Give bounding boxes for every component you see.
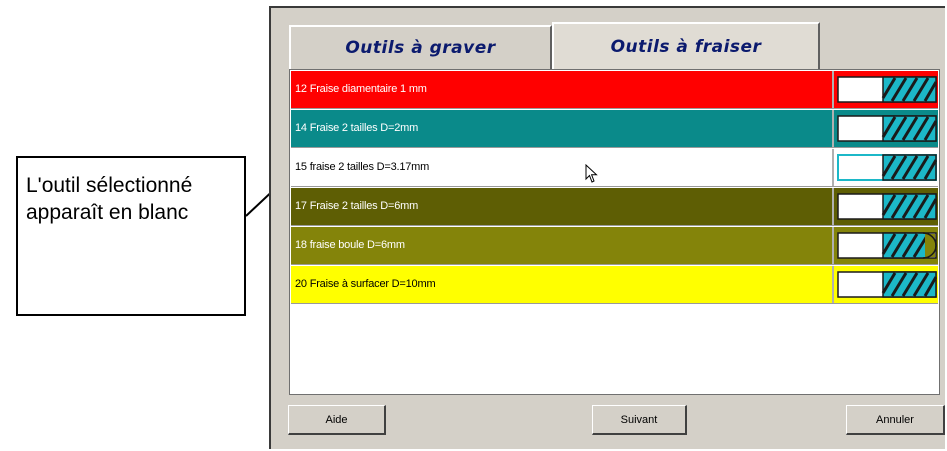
tool-selection-dialog: Outils à graver Outils à fraiser 12 Frai…	[269, 6, 945, 449]
tool-row[interactable]: 20 Fraise à surfacer D=10mm	[291, 266, 938, 304]
tool-label: 17 Fraise 2 tailles D=6mm	[295, 200, 419, 212]
flat-end-mill-icon	[837, 76, 937, 103]
help-button[interactable]: Aide	[288, 405, 386, 435]
tab-milling-tools[interactable]: Outils à fraiser	[552, 22, 820, 69]
tool-label: 20 Fraise à surfacer D=10mm	[295, 278, 436, 290]
tool-row[interactable]: 14 Fraise 2 tailles D=2mm	[291, 110, 938, 148]
mouse-cursor-icon	[585, 164, 598, 183]
tab-label: Outils à fraiser	[610, 36, 762, 57]
callout-text: L'outil sélectionné apparaît en blanc	[26, 174, 193, 224]
row-separator	[832, 188, 834, 225]
row-separator	[832, 266, 834, 303]
tool-label: 15 fraise 2 tailles D=3.17mm	[295, 161, 430, 173]
cancel-button[interactable]: Annuler	[846, 405, 945, 435]
tool-label: 18 fraise boule D=6mm	[295, 239, 405, 251]
tab-label: Outils à graver	[345, 38, 496, 58]
row-separator	[832, 71, 834, 108]
tool-row-selected[interactable]: 15 fraise 2 tailles D=3.17mm	[291, 149, 938, 187]
next-button[interactable]: Suivant	[592, 405, 687, 435]
row-separator	[832, 110, 834, 147]
ball-end-mill-icon	[837, 232, 937, 259]
tab-engraving-tools[interactable]: Outils à graver	[289, 25, 552, 69]
flat-end-mill-icon	[837, 271, 937, 298]
row-separator	[832, 227, 834, 264]
annotation-callout: L'outil sélectionné apparaît en blanc	[16, 156, 246, 316]
tool-label: 12 Fraise diamentaire 1 mm	[295, 83, 427, 95]
tool-row[interactable]: 18 fraise boule D=6mm	[291, 227, 938, 265]
flat-end-mill-icon	[837, 154, 937, 181]
row-separator	[832, 149, 834, 186]
tool-label: 14 Fraise 2 tailles D=2mm	[295, 122, 419, 134]
flat-end-mill-icon	[837, 193, 937, 220]
flat-end-mill-icon	[837, 115, 937, 142]
tool-list: 12 Fraise diamentaire 1 mm 14 Fraise 2 t…	[289, 69, 940, 395]
tool-row[interactable]: 17 Fraise 2 tailles D=6mm	[291, 188, 938, 226]
tool-row[interactable]: 12 Fraise diamentaire 1 mm	[291, 71, 938, 109]
